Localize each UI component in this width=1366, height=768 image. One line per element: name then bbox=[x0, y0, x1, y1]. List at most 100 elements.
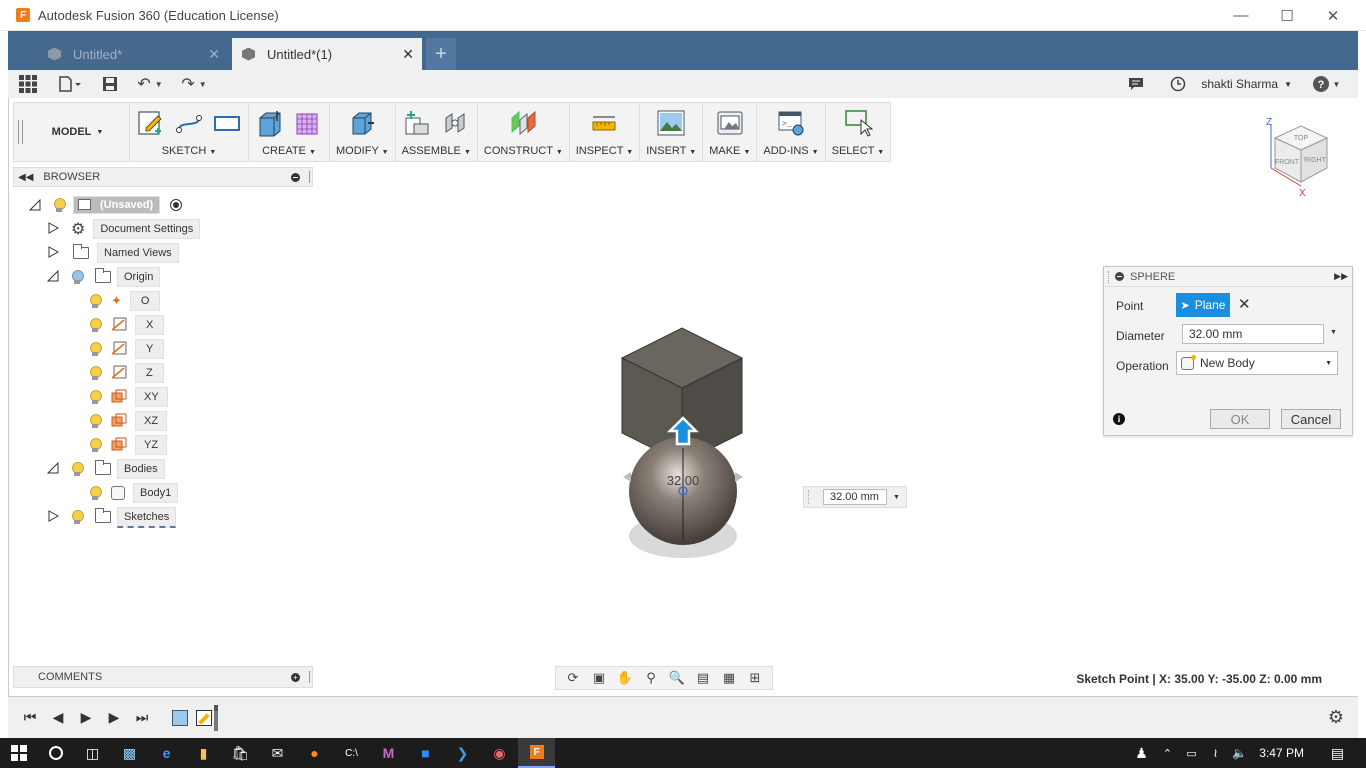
search-icon[interactable] bbox=[37, 738, 74, 768]
select-cursor-icon[interactable] bbox=[843, 108, 873, 138]
viewports-icon[interactable]: ⊞ bbox=[744, 669, 766, 687]
line-tool-icon[interactable] bbox=[174, 108, 204, 138]
select-group[interactable]: SELECT ▼ bbox=[826, 103, 891, 161]
grid-settings-icon[interactable]: ▦ bbox=[718, 669, 740, 687]
minimize-panel-icon[interactable] bbox=[291, 172, 300, 182]
panel-pin-icon[interactable] bbox=[309, 171, 310, 183]
addins-group[interactable]: >_ ADD-INS ▼ bbox=[757, 103, 826, 161]
viewcube-front-label[interactable]: FRONT bbox=[1275, 159, 1300, 166]
3d-print-icon[interactable] bbox=[715, 108, 745, 138]
help-icon[interactable]: ? ▼ bbox=[1308, 70, 1344, 98]
create-group[interactable]: CREATE ▼ bbox=[249, 103, 330, 161]
create-sketch-icon[interactable] bbox=[136, 108, 166, 138]
browser-item-bodies[interactable]: Bodies bbox=[46, 458, 165, 480]
dialog-header[interactable]: SPHERE ▶▶ bbox=[1104, 267, 1352, 287]
file-explorer-icon[interactable]: ▮ bbox=[185, 738, 222, 768]
viewcube-right-label[interactable]: RIGHT bbox=[1304, 157, 1327, 164]
browser-item-plane-xy[interactable]: XY bbox=[89, 386, 168, 408]
dialog-expand-icon[interactable]: ▶▶ bbox=[1334, 271, 1348, 282]
visibility-bulb-icon[interactable] bbox=[89, 414, 102, 428]
new-component-icon[interactable] bbox=[402, 108, 432, 138]
volume-icon[interactable]: 🔈 bbox=[1221, 738, 1258, 768]
step-back-icon[interactable]: ◀ bbox=[46, 706, 70, 730]
press-pull-icon[interactable] bbox=[347, 108, 377, 138]
visibility-bulb-icon[interactable] bbox=[71, 462, 84, 476]
step-forward-icon[interactable]: ▶ bbox=[102, 706, 126, 730]
zoom-icon[interactable]: ⚲ bbox=[640, 669, 662, 687]
toolbar-grip[interactable] bbox=[14, 103, 26, 161]
sketch-group[interactable]: SKETCH ▼ bbox=[130, 103, 249, 161]
cancel-button[interactable]: Cancel bbox=[1281, 409, 1341, 429]
browser-item-body1[interactable]: Body1 bbox=[89, 482, 179, 504]
tab-close-icon[interactable]: ✕ bbox=[208, 46, 220, 63]
visibility-bulb-icon[interactable] bbox=[53, 198, 66, 212]
expand-triangle-icon[interactable] bbox=[47, 509, 60, 525]
action-center-icon[interactable]: ▤ bbox=[1319, 738, 1356, 768]
browser-item-document-settings[interactable]: ⚙ Document Settings bbox=[47, 218, 201, 240]
browser-panel-header[interactable]: ◀◀ BROWSER bbox=[13, 167, 313, 187]
edge-browser-icon[interactable]: e bbox=[148, 738, 185, 768]
scripts-addins-icon[interactable]: >_ bbox=[776, 108, 806, 138]
undo-icon[interactable]: ↶ ▼ bbox=[128, 70, 172, 98]
save-icon[interactable] bbox=[92, 70, 128, 98]
collapse-triangle-icon[interactable] bbox=[28, 198, 41, 211]
measure-icon[interactable] bbox=[589, 108, 619, 138]
modify-group[interactable]: MODIFY ▼ bbox=[330, 103, 396, 161]
form-icon[interactable] bbox=[293, 108, 323, 138]
dialog-grip[interactable] bbox=[1108, 270, 1109, 283]
user-account-menu[interactable]: shakti Sharma ▼ bbox=[1201, 70, 1292, 98]
operation-select[interactable]: New Body ▼ bbox=[1176, 351, 1338, 375]
visibility-bulb-icon[interactable] bbox=[89, 486, 102, 500]
collapse-browser-icon[interactable]: ◀◀ bbox=[18, 172, 33, 183]
browser-item-axis-z[interactable]: Z bbox=[89, 362, 164, 384]
maximize-button[interactable]: ☐ bbox=[1264, 0, 1310, 31]
tab-close-icon[interactable]: ✕ bbox=[402, 46, 414, 63]
minimize-button[interactable]: — bbox=[1218, 0, 1264, 31]
workspace-switcher[interactable]: MODEL ▼ bbox=[26, 103, 130, 161]
activate-radio-icon[interactable] bbox=[170, 199, 183, 211]
data-panel-grid-icon[interactable] bbox=[8, 70, 48, 98]
timeline-settings-gear-icon[interactable]: ⚙ bbox=[1328, 707, 1344, 728]
timeline-sketch-feature-icon[interactable] bbox=[196, 709, 212, 726]
visibility-bulb-icon[interactable] bbox=[89, 390, 102, 404]
expand-triangle-icon[interactable] bbox=[47, 245, 60, 261]
expand-triangle-icon[interactable] bbox=[47, 221, 60, 237]
store-icon[interactable]: 🛍 bbox=[222, 738, 259, 768]
panel-pin-icon[interactable] bbox=[309, 671, 310, 683]
redo-icon[interactable]: ↷ ▼ bbox=[172, 70, 216, 98]
collapse-triangle-icon[interactable] bbox=[46, 269, 59, 285]
comments-panel-header[interactable]: COMMENTS + bbox=[13, 666, 313, 688]
clear-selection-icon[interactable]: ✕ bbox=[1238, 295, 1251, 313]
collapse-triangle-icon[interactable] bbox=[46, 461, 59, 477]
task-view-icon[interactable]: ◫ bbox=[74, 738, 111, 768]
extrude-icon[interactable] bbox=[255, 108, 285, 138]
visibility-bulb-icon[interactable] bbox=[89, 366, 102, 380]
pan-hand-icon[interactable]: ✋ bbox=[614, 669, 636, 687]
root-node-label[interactable]: (Unsaved) bbox=[73, 196, 161, 214]
mail-icon[interactable]: ✉ bbox=[259, 738, 296, 768]
visibility-bulb-icon[interactable] bbox=[89, 294, 102, 308]
firefox-icon[interactable]: ● bbox=[296, 738, 333, 768]
browser-item-plane-xz[interactable]: XZ bbox=[89, 410, 168, 432]
new-tab-button[interactable]: + bbox=[426, 38, 456, 70]
chevron-down-icon[interactable]: ▼ bbox=[1330, 329, 1337, 336]
visibility-bulb-icon[interactable] bbox=[71, 510, 84, 524]
browser-item-origin-point[interactable]: ✦ O bbox=[89, 290, 161, 312]
browser-root-node[interactable]: (Unsaved) bbox=[28, 194, 183, 216]
timeline-extrude-feature-icon[interactable] bbox=[172, 709, 188, 726]
go-to-start-icon[interactable]: ⏮ bbox=[18, 706, 42, 730]
zoom-window-icon[interactable]: 🔍 bbox=[666, 669, 688, 687]
display-settings-icon[interactable]: ▤ bbox=[692, 669, 714, 687]
tab-untitled[interactable]: Untitled* ✕ bbox=[38, 38, 228, 70]
visibility-bulb-icon[interactable] bbox=[89, 342, 102, 356]
mathcad-icon[interactable]: M bbox=[370, 738, 407, 768]
timeline-marker[interactable] bbox=[214, 704, 218, 731]
orbit-icon[interactable]: ⟳ bbox=[562, 669, 584, 687]
visibility-bulb-icon[interactable] bbox=[89, 318, 102, 332]
ok-button[interactable]: OK bbox=[1210, 409, 1270, 429]
info-icon[interactable]: i bbox=[1113, 413, 1125, 425]
dialog-minimize-icon[interactable] bbox=[1115, 272, 1124, 281]
browser-item-origin[interactable]: Origin bbox=[46, 266, 161, 288]
fusion-taskbar-icon[interactable]: F bbox=[518, 738, 555, 768]
model-canvas[interactable]: 32.00 bbox=[619, 323, 759, 568]
